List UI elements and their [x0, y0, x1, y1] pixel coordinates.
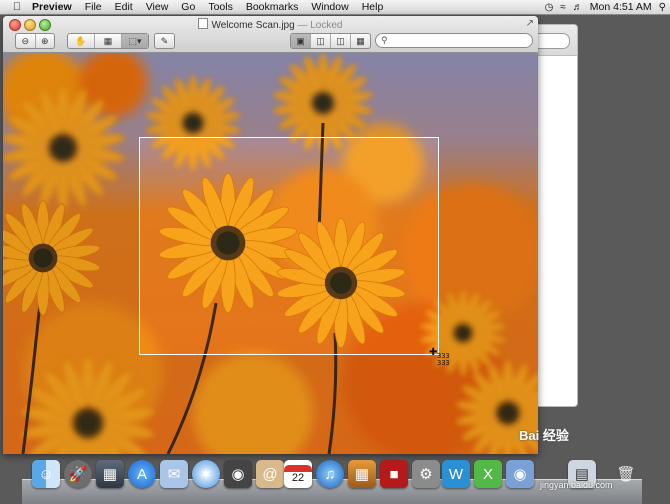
- menu-file[interactable]: File: [79, 1, 109, 13]
- search-field[interactable]: ⚲: [375, 33, 533, 48]
- search-icon: ⚲: [381, 35, 388, 45]
- menu-clock[interactable]: Mon 4:51 AM: [590, 1, 652, 13]
- hand-icon: ✋: [75, 35, 87, 46]
- baidu-watermark-logo: Bai 经验: [519, 428, 569, 443]
- zoom-in-icon: ⊕: [40, 35, 49, 46]
- content-only-icon: ▣: [296, 35, 305, 46]
- tool-selector: ✋ ▦ ⬚▾: [67, 33, 149, 49]
- thumbnails-icon: ◫: [316, 35, 325, 46]
- sidebar-icon: ◫: [336, 35, 345, 46]
- wifi-icon[interactable]: ≈: [560, 2, 566, 13]
- window-title-filename: Welcome Scan.jpg: [211, 20, 295, 31]
- dock-photo-booth-icon[interactable]: ▦: [348, 460, 376, 488]
- dock-excel-icon[interactable]: X: [474, 460, 502, 488]
- dock-itunes-icon[interactable]: ♫: [316, 460, 344, 488]
- dock-trash-icon[interactable]: 🗑: [612, 460, 640, 488]
- dock-mission-control-icon[interactable]: ▦: [96, 460, 124, 488]
- move-tool-button[interactable]: ✋: [68, 34, 95, 48]
- volume-icon[interactable]: ♬: [573, 2, 583, 13]
- contact-sheet-icon: ▦: [356, 35, 365, 46]
- pencil-icon: ✎: [160, 35, 169, 46]
- background-window[interactable]: [532, 24, 578, 407]
- selection-rectangle[interactable]: [139, 137, 439, 355]
- dock-app-icon[interactable]: ◉: [506, 460, 534, 488]
- time-machine-icon[interactable]: ◷: [545, 2, 554, 13]
- menu-edit[interactable]: Edit: [109, 1, 140, 13]
- dock-app-store-icon[interactable]: A: [128, 460, 156, 488]
- menu-tools[interactable]: Tools: [202, 1, 240, 13]
- view-thumbnails-button[interactable]: ◫: [311, 34, 331, 48]
- window-title-locked: — Locked: [297, 20, 343, 31]
- zoom-in-button[interactable]: ⊕: [36, 34, 55, 48]
- selection-height-readout: 333: [437, 359, 450, 367]
- menu-window[interactable]: Window: [305, 1, 355, 13]
- spotlight-icon[interactable]: ⚲: [659, 2, 666, 13]
- text-select-icon: ▦: [103, 35, 113, 46]
- text-tool-button[interactable]: ▦: [95, 34, 122, 48]
- zoom-out-button[interactable]: ⊖: [16, 34, 36, 48]
- menu-go[interactable]: Go: [175, 1, 202, 13]
- calendar-header-icon: [284, 464, 312, 472]
- dock-safari-icon[interactable]: ✶: [192, 460, 220, 488]
- document-proxy-icon[interactable]: [198, 18, 209, 29]
- selection-tool-button[interactable]: ⬚▾: [122, 34, 148, 48]
- menu-app-preview[interactable]: Preview: [26, 1, 79, 13]
- view-mode-controls: ▣ ◫ ◫ ▦: [290, 33, 371, 49]
- window-title: Welcome Scan.jpg — Locked: [3, 18, 538, 31]
- fullscreen-icon[interactable]: ↗: [526, 18, 534, 29]
- menu-view[interactable]: View: [140, 1, 176, 13]
- preview-window: Welcome Scan.jpg — Locked ↗ ⊖ ⊕ ✋ ▦ ⬚▾ ✎…: [3, 16, 538, 454]
- menu-help[interactable]: Help: [356, 1, 391, 13]
- dock-photo-icon[interactable]: ■: [380, 460, 408, 488]
- dock-mail-icon[interactable]: ✉: [160, 460, 188, 488]
- view-contact-sheet-button[interactable]: ▦: [351, 34, 370, 48]
- zoom-out-icon: ⊖: [21, 35, 30, 46]
- apple-menu-icon[interactable]: : [8, 1, 26, 13]
- annotate-button[interactable]: ✎: [154, 33, 175, 49]
- dock-calendar-day: 22: [291, 471, 305, 484]
- dock-facetime-icon[interactable]: ◉: [224, 460, 252, 488]
- dock-finder-icon[interactable]: ☺: [32, 460, 60, 488]
- image-canvas[interactable]: ✚ 333 333: [3, 53, 538, 454]
- dock-launchpad-icon[interactable]: 🚀: [64, 460, 92, 488]
- menu-bookmarks[interactable]: Bookmarks: [240, 1, 306, 13]
- baidu-watermark-site: jingyan.baidu.com: [540, 480, 613, 490]
- rect-select-icon: ⬚▾: [128, 35, 142, 46]
- selection-size-readout: 333 333: [437, 353, 450, 367]
- dock-word-icon[interactable]: W: [442, 460, 470, 488]
- dock-calendar-icon[interactable]: 22: [284, 460, 312, 488]
- dock-address-book-icon[interactable]: @: [256, 460, 284, 488]
- dock-system-preferences-icon[interactable]: ⚙: [412, 460, 440, 488]
- window-titlebar[interactable]: Welcome Scan.jpg — Locked ↗ ⊖ ⊕ ✋ ▦ ⬚▾ ✎…: [3, 16, 538, 53]
- zoom-controls: ⊖ ⊕: [15, 33, 55, 49]
- menu-bar:  Preview File Edit View Go Tools Bookma…: [0, 0, 670, 15]
- view-sidebar-button[interactable]: ◫: [331, 34, 351, 48]
- view-content-only-button[interactable]: ▣: [291, 34, 311, 48]
